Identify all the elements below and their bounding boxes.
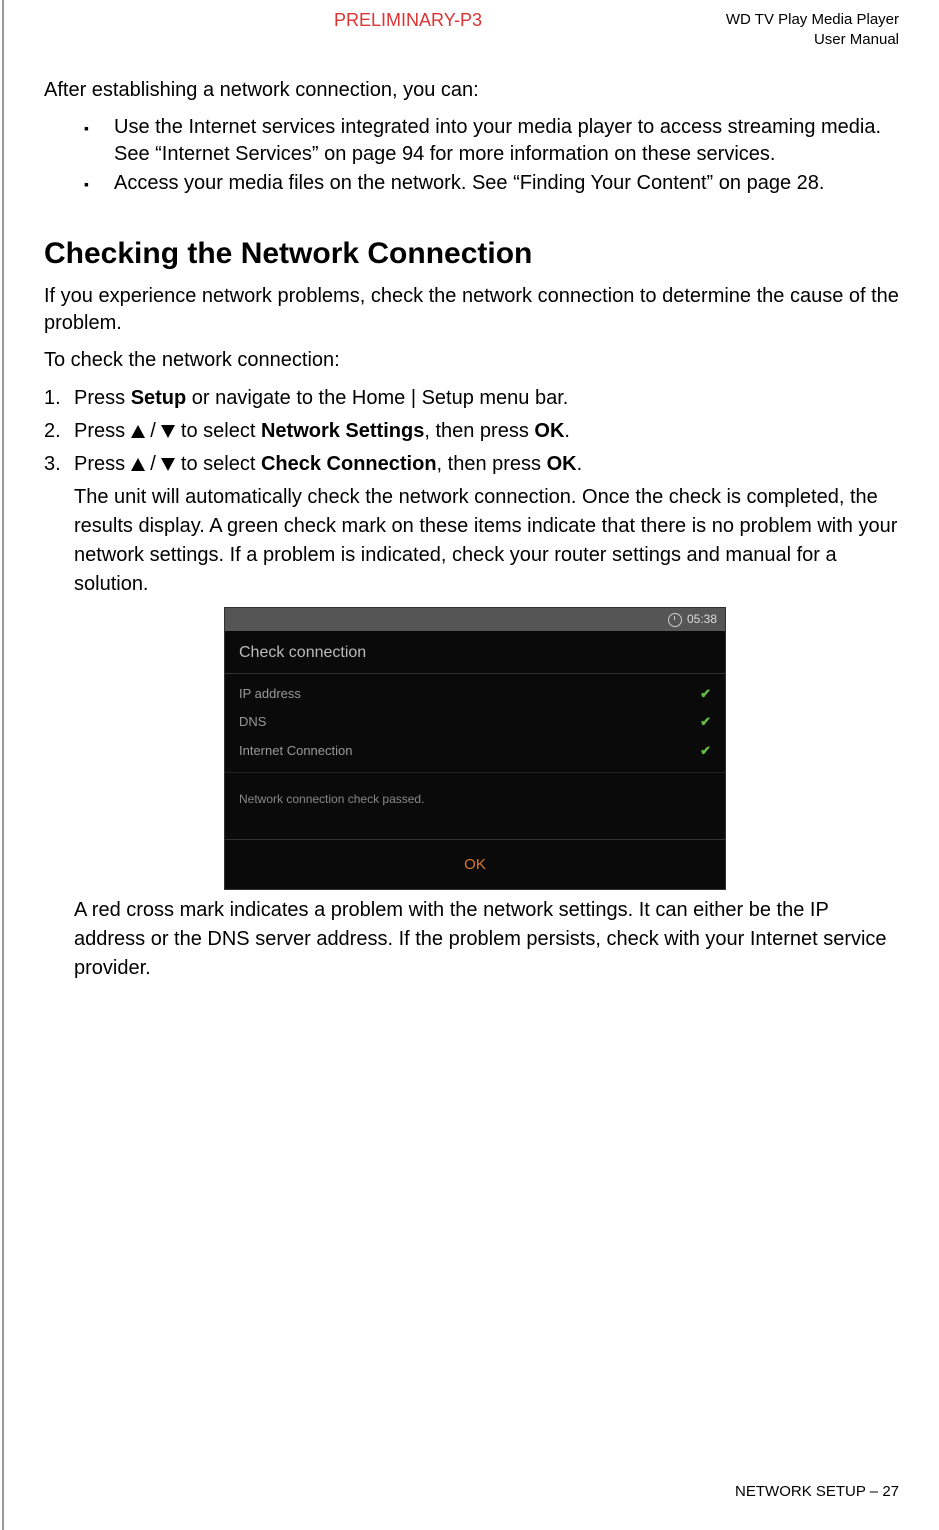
step-explanation: The unit will automatically check the ne… <box>74 483 899 599</box>
screenshot-ok-button: OK <box>225 839 725 890</box>
row-label: IP address <box>239 685 301 704</box>
step-number: 2. <box>44 417 74 446</box>
doc-type: User Manual <box>726 30 899 50</box>
product-name: WD TV Play Media Player <box>726 10 899 30</box>
check-icon: ✔ <box>700 742 711 761</box>
list-item: 3. Press / to select Check Connection, t… <box>44 450 899 983</box>
preliminary-label: PRELIMINARY-P3 <box>334 10 482 31</box>
bullet-list: ▪ Use the Internet services integrated i… <box>84 114 899 197</box>
list-item: ▪ Use the Internet services integrated i… <box>84 114 899 168</box>
step-body: Press / to select Network Settings, then… <box>74 417 899 446</box>
list-item: ▪ Access your media files on the network… <box>84 170 899 197</box>
up-arrow-icon <box>131 425 145 438</box>
section-heading: Checking the Network Connection <box>44 237 899 271</box>
header-right: WD TV Play Media Player User Manual <box>726 10 899 49</box>
bullet-icon: ▪ <box>84 114 114 168</box>
bullet-text: Use the Internet services integrated int… <box>114 114 899 168</box>
step-number: 1. <box>44 384 74 413</box>
step-number: 3. <box>44 450 74 983</box>
bullet-text: Access your media files on the network. … <box>114 170 824 197</box>
page-header: PRELIMINARY-P3 WD TV Play Media Player U… <box>44 10 899 49</box>
clock-icon <box>668 613 682 627</box>
numbered-list: 1. Press Setup or navigate to the Home |… <box>44 384 899 983</box>
footer-section: NETWORK SETUP <box>735 1483 866 1500</box>
paragraph: If you experience network problems, chec… <box>44 283 899 337</box>
up-arrow-icon <box>131 458 145 471</box>
bullet-icon: ▪ <box>84 170 114 197</box>
screenshot-title: Check connection <box>225 631 725 673</box>
screenshot-topbar: 05:38 <box>225 608 725 631</box>
down-arrow-icon <box>161 458 175 471</box>
check-icon: ✔ <box>700 713 711 732</box>
footer-page-number: 27 <box>882 1483 899 1500</box>
step-body: Press Setup or navigate to the Home | Se… <box>74 384 899 413</box>
check-connection-screenshot: 05:38 Check connection IP address ✔ DNS … <box>224 607 726 890</box>
row-label: DNS <box>239 713 266 732</box>
list-item: 1. Press Setup or navigate to the Home |… <box>44 384 899 413</box>
screenshot-body: IP address ✔ DNS ✔ Internet Connection ✔ <box>225 674 725 773</box>
step-after-text: A red cross mark indicates a problem wit… <box>74 896 899 983</box>
page-footer: NETWORK SETUP – 27 <box>735 1483 899 1500</box>
down-arrow-icon <box>161 425 175 438</box>
step-body: Press / to select Check Connection, then… <box>74 450 899 983</box>
screenshot-message: Network connection check passed. <box>225 772 725 838</box>
screenshot-row: Internet Connection ✔ <box>239 737 711 766</box>
list-item: 2. Press / to select Network Settings, t… <box>44 417 899 446</box>
check-icon: ✔ <box>700 685 711 704</box>
screenshot-row: DNS ✔ <box>239 708 711 737</box>
paragraph: To check the network connection: <box>44 347 899 374</box>
screenshot-time: 05:38 <box>687 611 717 628</box>
row-label: Internet Connection <box>239 742 352 761</box>
screenshot-row: IP address ✔ <box>239 680 711 709</box>
intro-text: After establishing a network connection,… <box>44 79 899 102</box>
